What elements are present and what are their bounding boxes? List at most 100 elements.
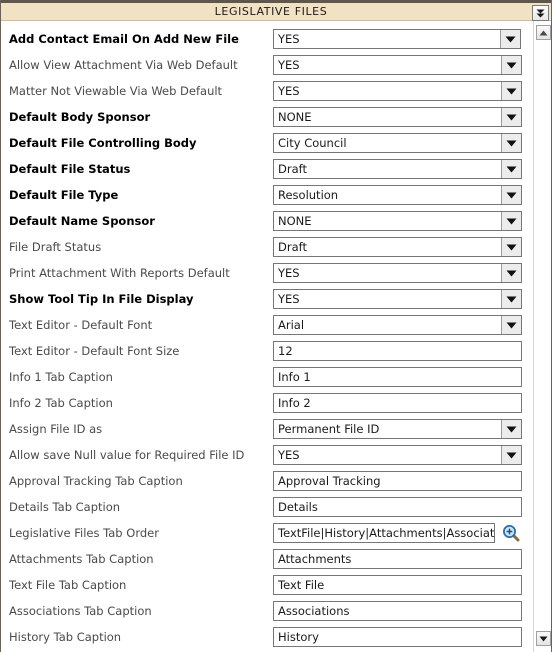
setting-control: YES [273, 78, 551, 104]
chevron-down-icon[interactable] [501, 134, 521, 152]
setting-text-input[interactable]: TextFile|History|Attachments|Association… [273, 523, 495, 543]
scrollbar-down-button[interactable] [536, 631, 551, 646]
chevron-down-icon[interactable] [501, 108, 521, 126]
setting-control: Attachments [273, 546, 551, 572]
setting-control: Text File [273, 572, 551, 598]
vertical-scrollbar[interactable] [533, 21, 551, 652]
setting-label: Default File Status [9, 162, 131, 176]
setting-value: City Council [278, 136, 347, 150]
setting-control: Arial [273, 312, 551, 338]
setting-dropdown[interactable]: YES [273, 445, 522, 465]
chevron-down-icon[interactable] [501, 160, 521, 178]
setting-row: Default File Type Resolution [1, 182, 551, 208]
chevron-down-icon[interactable] [501, 316, 521, 334]
setting-dropdown[interactable]: YES [273, 289, 522, 309]
setting-row: History Tab Caption History [1, 624, 551, 650]
chevron-down-icon[interactable] [501, 82, 521, 100]
setting-dropdown[interactable]: City Council [273, 133, 522, 153]
setting-dropdown[interactable]: NONE [273, 211, 522, 231]
chevron-down-icon[interactable] [501, 420, 521, 438]
chevron-down-icon[interactable] [501, 238, 521, 256]
setting-text-input[interactable]: Attachments [273, 549, 522, 569]
setting-row: Default File Status Draft [1, 156, 551, 182]
chevron-down-icon[interactable] [501, 56, 521, 74]
setting-label: Matter Not Viewable Via Web Default [9, 84, 223, 98]
scrollbar-track[interactable] [536, 42, 551, 629]
setting-value: Details [278, 500, 318, 514]
setting-value: Draft [278, 162, 307, 176]
setting-control: Permanent File ID [273, 416, 551, 442]
setting-value: TextFile|History|Attachments|Association… [278, 526, 494, 540]
setting-row: Text Editor - Default Font Size 12 [1, 338, 551, 364]
setting-value: YES [278, 32, 300, 46]
setting-dropdown[interactable]: YES [273, 263, 522, 283]
setting-control: YES [273, 442, 551, 468]
setting-value: History [278, 630, 319, 644]
setting-control: Details [273, 494, 551, 520]
setting-text-input[interactable]: 12 [273, 341, 522, 361]
setting-dropdown[interactable]: Draft [273, 159, 522, 179]
setting-label: Legislative Files Tab Order [9, 526, 159, 540]
setting-dropdown[interactable]: Draft [273, 237, 522, 257]
setting-row: Assign File ID as Permanent File ID [1, 416, 551, 442]
setting-row: Info 1 Tab Caption Info 1 [1, 364, 551, 390]
chevron-down-icon[interactable] [501, 290, 521, 308]
magnifier-plus-icon[interactable] [500, 523, 522, 543]
setting-value: 12 [278, 344, 293, 358]
setting-text-input[interactable]: History [273, 627, 522, 647]
setting-row: Show Tool Tip In File Display YES [1, 286, 551, 312]
scroll-up-arrow-icon [539, 30, 548, 36]
setting-label: Assign File ID as [9, 422, 103, 436]
setting-text-input[interactable]: Details [273, 497, 522, 517]
chevron-down-icon[interactable] [501, 264, 521, 282]
setting-dropdown[interactable]: YES [273, 29, 521, 49]
setting-control: Info 1 [273, 364, 551, 390]
setting-text-input[interactable]: Info 2 [273, 393, 522, 413]
setting-row: Text File Tab Caption Text File [1, 572, 551, 598]
setting-label: Text File Tab Caption [9, 578, 127, 592]
setting-dropdown[interactable]: NONE [273, 107, 522, 127]
setting-label: Default File Type [9, 188, 119, 202]
setting-row: Allow save Null value for Required File … [1, 442, 551, 468]
chevron-down-icon[interactable] [501, 212, 521, 230]
setting-label: Print Attachment With Reports Default [9, 266, 230, 280]
setting-label: Text Editor - Default Font [9, 318, 153, 332]
setting-dropdown[interactable]: Resolution [273, 185, 522, 205]
setting-row: Matter Not Viewable Via Web Default YES [1, 78, 551, 104]
setting-text-input[interactable]: Info 1 [273, 367, 522, 387]
setting-control: Associations [273, 598, 551, 624]
legislative-files-settings-panel: LEGISLATIVE FILES Add Contact Email On A… [0, 0, 552, 652]
setting-value: NONE [278, 214, 312, 228]
setting-value: YES [278, 448, 300, 462]
setting-label: Info 1 Tab Caption [9, 370, 113, 384]
collapse-panel-button[interactable] [532, 5, 549, 21]
chevron-down-icon[interactable] [500, 30, 520, 48]
setting-dropdown[interactable]: Permanent File ID [273, 419, 522, 439]
setting-row: Attachments Tab Caption Attachments [1, 546, 551, 572]
setting-label: Details Tab Caption [9, 500, 121, 514]
setting-row: Allow View Attachment Via Web Default YES [1, 52, 551, 78]
setting-text-input[interactable]: Text File [273, 575, 522, 595]
setting-control: YES [273, 52, 551, 78]
chevron-down-icon[interactable] [501, 446, 521, 464]
setting-row: Default Body Sponsor NONE [1, 104, 551, 130]
scroll-down-arrow-icon [539, 636, 548, 642]
chevron-down-icon[interactable] [501, 186, 521, 204]
setting-label: File Draft Status [9, 240, 102, 254]
scrollbar-up-button[interactable] [536, 25, 551, 40]
setting-dropdown[interactable]: YES [273, 81, 522, 101]
setting-value: Draft [278, 240, 307, 254]
setting-label: Text Editor - Default Font Size [9, 344, 180, 358]
setting-control: YES [273, 260, 551, 286]
panel-title: LEGISLATIVE FILES [214, 5, 328, 18]
setting-label: Default File Controlling Body [9, 136, 197, 150]
setting-value: Arial [278, 318, 305, 332]
setting-row: Print Attachment With Reports Default YES [1, 260, 551, 286]
setting-control: Approval Tracking [273, 468, 551, 494]
setting-label: Associations Tab Caption [9, 604, 152, 618]
setting-text-input[interactable]: Approval Tracking [273, 471, 522, 491]
setting-control: Resolution [273, 182, 551, 208]
setting-dropdown[interactable]: YES [273, 55, 522, 75]
setting-text-input[interactable]: Associations [273, 601, 522, 621]
setting-dropdown[interactable]: Arial [273, 315, 522, 335]
